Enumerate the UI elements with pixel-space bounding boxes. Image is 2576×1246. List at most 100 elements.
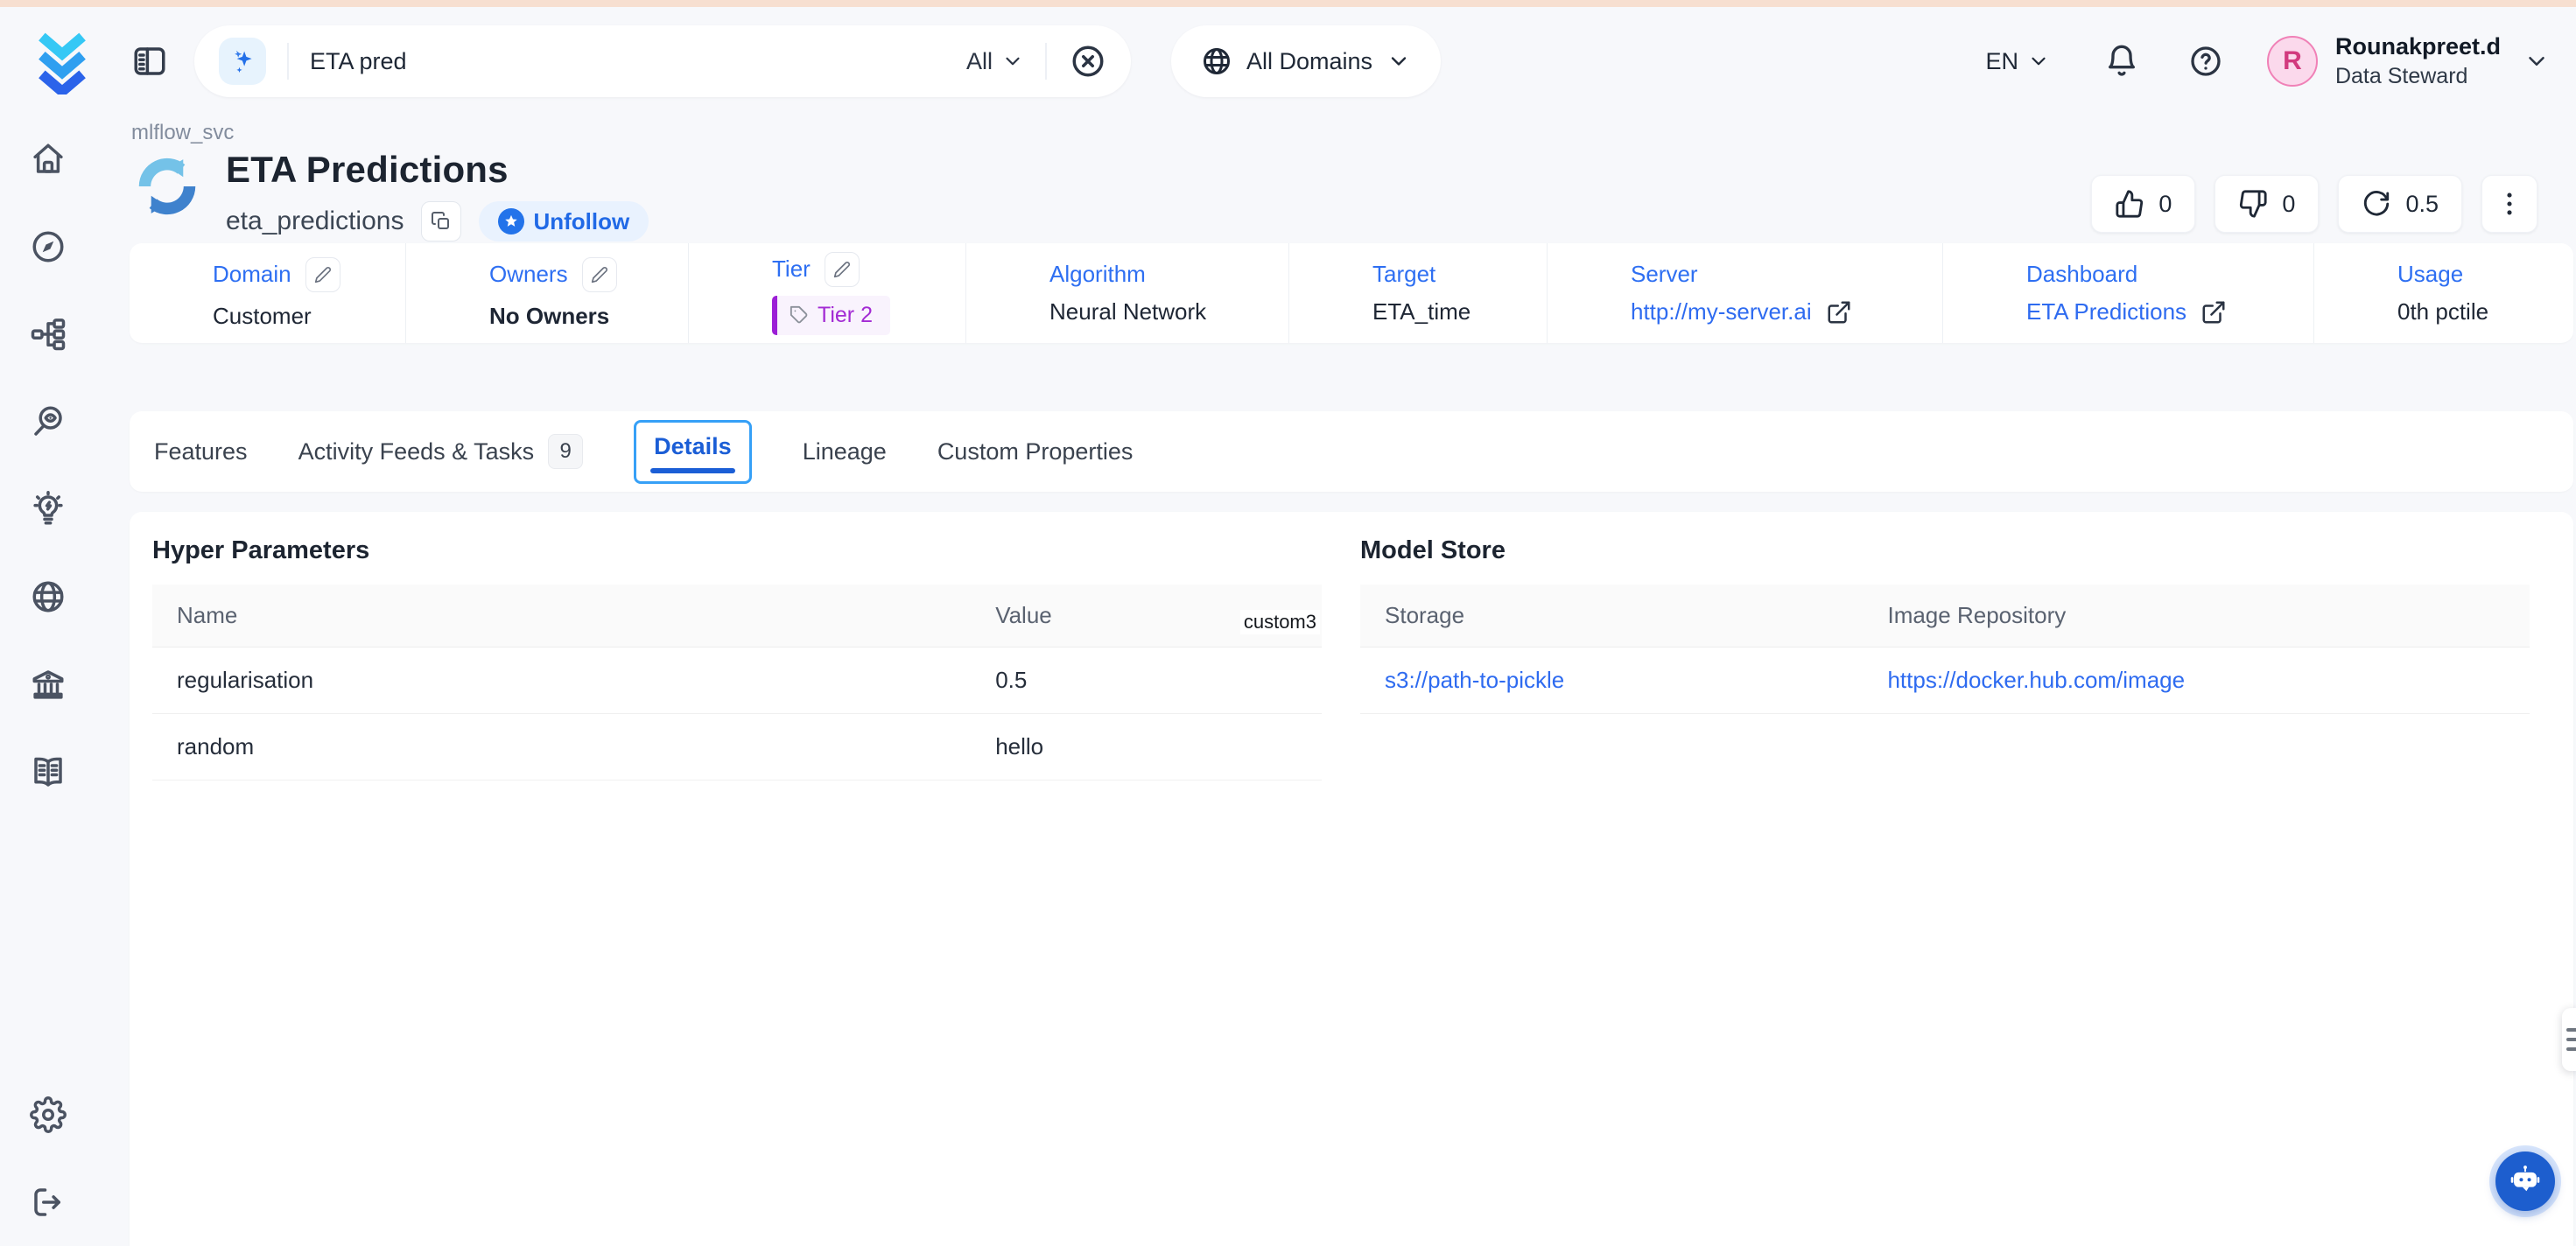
sidebar-item-settings[interactable] (0, 1071, 96, 1158)
search-input[interactable] (310, 48, 966, 75)
page-title: ETA Predictions (226, 149, 649, 191)
param-value: hello (971, 714, 1322, 780)
param-name: regularisation (152, 648, 971, 714)
flow-icon (30, 316, 67, 353)
left-sidebar (0, 116, 96, 1246)
tab-activity-feeds[interactable]: Activity Feeds & Tasks 9 (298, 434, 584, 469)
language-select[interactable]: EN (1985, 48, 2050, 75)
sidebar-item-insights[interactable] (0, 466, 96, 553)
logout-icon (30, 1184, 67, 1221)
storage-link[interactable]: s3://path-to-pickle (1360, 648, 1863, 714)
section-title: Hyper Parameters (152, 536, 1322, 565)
ai-sparkle-icon[interactable] (219, 38, 266, 85)
sidebar-item-domains[interactable] (0, 553, 96, 640)
sidebar-item-logout[interactable] (0, 1158, 96, 1246)
custom3-overlay-label: custom3 (1240, 610, 1320, 634)
version-history-icon (2362, 189, 2391, 219)
search-scope-select[interactable]: All (966, 48, 1024, 75)
entity-actions: 0 0 0.5 (2091, 175, 2537, 233)
edit-owners-icon[interactable] (582, 257, 617, 292)
breadcrumb[interactable]: mlflow_svc (131, 121, 234, 145)
downvote-button[interactable]: 0 (2215, 175, 2319, 233)
column-header: Storage (1360, 584, 1863, 648)
table-row: regularisation 0.5 (152, 648, 1322, 714)
tab-label: Custom Properties (937, 438, 1134, 466)
sidebar-item-govern[interactable] (0, 640, 96, 728)
thumbs-down-icon (2238, 189, 2268, 219)
meta-label: Algorithm (1049, 261, 1146, 288)
chatbot-button[interactable] (2495, 1152, 2555, 1211)
home-icon (30, 141, 67, 178)
version-number: 0.5 (2405, 191, 2439, 218)
model-store-table: Storage Image Repository s3://path-to-pi… (1360, 584, 2530, 714)
meta-algorithm: Algorithm Neural Network (965, 243, 1288, 343)
tab-label: Lineage (803, 438, 887, 466)
meta-label: Usage (2397, 261, 2463, 288)
star-icon (498, 208, 524, 234)
dashboard-link[interactable]: ETA Predictions (2026, 298, 2313, 326)
avatar-initial: R (2283, 46, 2302, 76)
user-name: Rounakpreet.d (2335, 32, 2501, 62)
avatar[interactable]: R (2267, 36, 2318, 87)
chevron-down-icon[interactable] (2523, 48, 2550, 74)
domains-filter-button[interactable]: All Domains (1171, 25, 1441, 97)
external-link-icon (1826, 299, 1852, 326)
meta-label: Tier (772, 256, 811, 283)
image-repository-link[interactable]: https://docker.hub.com/image (1863, 648, 2530, 714)
notifications-bell-icon[interactable] (2104, 44, 2139, 79)
meta-label: Dashboard (2026, 261, 2137, 288)
sidebar-item-home[interactable] (0, 116, 96, 203)
app-logo-icon (33, 28, 91, 94)
dashboard-name: ETA Predictions (2026, 298, 2186, 326)
meta-usage: Usage 0th pctile (2313, 243, 2573, 343)
lightbulb-icon (30, 491, 67, 528)
sidebar-toggle-icon[interactable] (131, 43, 168, 80)
column-header: Name (152, 584, 971, 648)
domains-filter-label: All Domains (1246, 48, 1372, 75)
tab-custom-properties[interactable]: Custom Properties (937, 438, 1134, 466)
side-widget-handle[interactable] (2562, 1008, 2576, 1071)
global-search-bar[interactable]: All (194, 25, 1131, 97)
sidebar-item-explore[interactable] (0, 203, 96, 290)
sidebar-item-knowledge-center[interactable] (0, 728, 96, 816)
help-icon[interactable] (2188, 44, 2223, 79)
param-value: 0.5 (971, 648, 1322, 714)
copy-icon[interactable] (421, 201, 461, 242)
clear-search-icon[interactable] (1070, 43, 1106, 80)
table-row: random hello (152, 714, 1322, 780)
sidebar-item-data-flow[interactable] (0, 290, 96, 378)
tab-lineage[interactable]: Lineage (803, 438, 887, 466)
edit-tier-icon[interactable] (825, 252, 860, 287)
chevron-down-icon (2027, 50, 2050, 73)
external-link-icon (2200, 299, 2227, 326)
kebab-icon (2495, 189, 2524, 219)
version-button[interactable]: 0.5 (2338, 175, 2462, 233)
tab-details[interactable]: Details (634, 420, 752, 484)
meta-value: Customer (213, 303, 405, 330)
sidebar-item-discovery[interactable] (0, 378, 96, 466)
hyper-parameters-table: Name Value regularisation 0.5 random hel… (152, 584, 1322, 780)
tab-features[interactable]: Features (154, 438, 248, 466)
upvote-count: 0 (2158, 191, 2172, 218)
edit-domain-icon[interactable] (305, 257, 340, 292)
tier-label: Tier 2 (818, 303, 873, 328)
meta-dashboard: Dashboard ETA Predictions (1942, 243, 2313, 343)
open-book-icon (30, 753, 67, 790)
meta-label: Target (1372, 261, 1435, 288)
tier-badge[interactable]: Tier 2 (772, 296, 890, 335)
meta-label: Domain (213, 261, 291, 288)
server-link[interactable]: http://my-server.ai (1631, 298, 1942, 326)
search-scope-label: All (966, 48, 993, 75)
model-store-section: Model Store Storage Image Repository s3:… (1360, 536, 2530, 1246)
unfollow-button[interactable]: Unfollow (479, 201, 649, 242)
language-label: EN (1985, 48, 2018, 75)
metadata-bar: Domain Customer Owners No Owners Tier Ti… (130, 243, 2573, 343)
tab-label: Details (654, 433, 732, 460)
upvote-button[interactable]: 0 (2091, 175, 2195, 233)
entity-fqn: eta_predictions (226, 206, 404, 236)
more-menu-button[interactable] (2481, 175, 2537, 233)
tag-icon (790, 305, 809, 325)
user-menu[interactable]: Rounakpreet.d Data Steward (2335, 32, 2501, 91)
meta-server: Server http://my-server.ai (1547, 243, 1942, 343)
header-right-cluster: EN R Rounakpreet.d Data Steward (1985, 32, 2550, 91)
